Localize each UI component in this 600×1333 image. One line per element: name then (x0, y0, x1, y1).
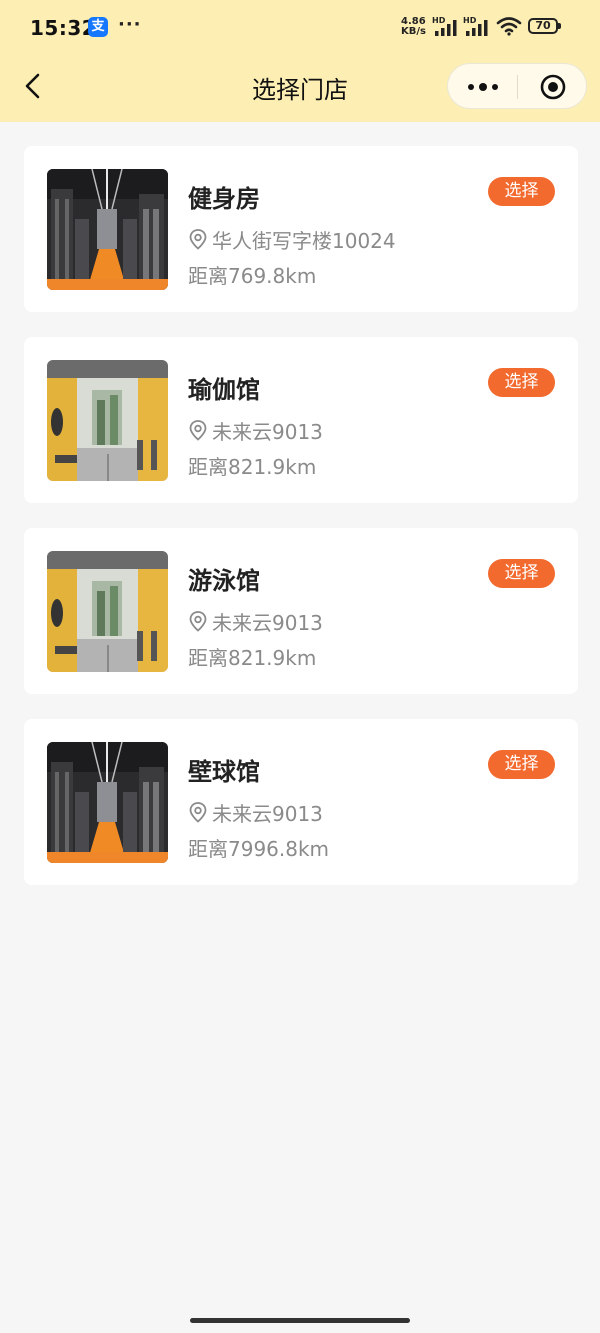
wifi-icon (496, 17, 522, 36)
store-card[interactable]: 游泳馆 未来云9013 距离821.9km 选择 (24, 528, 578, 694)
store-address: 未来云9013 (188, 799, 323, 826)
close-mini-program-button[interactable] (518, 64, 588, 110)
notification-more-icon: ··· (118, 14, 142, 35)
store-address: 华人街写字楼10024 (188, 226, 396, 253)
store-thumbnail (47, 360, 168, 481)
store-distance: 距离821.9km (188, 646, 317, 670)
store-thumbnail (47, 551, 168, 672)
more-dots-icon (468, 83, 498, 91)
battery-indicator: 70 (528, 18, 561, 34)
signal-bars-icon (435, 20, 457, 36)
store-name: 壁球馆 (188, 758, 260, 786)
store-thumbnail (47, 169, 168, 290)
store-address: 未来云9013 (188, 608, 323, 635)
store-card[interactable]: 壁球馆 未来云9013 距离7996.8km 选择 (24, 719, 578, 885)
store-thumbnail (47, 742, 168, 863)
status-time: 15:32 (30, 16, 97, 40)
select-store-button[interactable]: 选择 (488, 177, 555, 206)
location-pin-icon (189, 420, 207, 441)
store-address-text: 未来云9013 (212, 801, 323, 826)
store-address-text: 未来云9013 (212, 610, 323, 635)
gym-yellow-image (47, 551, 168, 672)
navigation-bar: 选择门店 (0, 56, 600, 122)
store-distance: 距离821.9km (188, 455, 317, 479)
store-card[interactable]: 瑜伽馆 未来云9013 距离821.9km 选择 (24, 337, 578, 503)
store-address-text: 华人街写字楼10024 (212, 228, 396, 253)
store-distance: 距离769.8km (188, 264, 317, 288)
location-pin-icon (189, 802, 207, 823)
signal-icon-2: HD (463, 16, 493, 36)
select-store-button[interactable]: 选择 (488, 559, 555, 588)
store-name: 游泳馆 (188, 567, 260, 595)
target-close-icon (540, 74, 566, 100)
mini-program-capsule (447, 63, 587, 109)
status-bar: 15:32 支 ··· 4.86 KB/s HD HD 70 (0, 0, 600, 56)
gym-dark-image (47, 742, 168, 863)
select-store-button[interactable]: 选择 (488, 750, 555, 779)
store-name: 健身房 (188, 185, 260, 213)
top-bar: 15:32 支 ··· 4.86 KB/s HD HD 70 选择门店 (0, 0, 600, 122)
home-indicator[interactable] (190, 1318, 410, 1323)
select-store-button[interactable]: 选择 (488, 368, 555, 397)
location-pin-icon (189, 611, 207, 632)
store-list: 健身房 华人街写字楼10024 距离769.8km 选择 瑜伽馆 未来云9013… (24, 146, 578, 910)
gym-yellow-image (47, 360, 168, 481)
store-card[interactable]: 健身房 华人街写字楼10024 距离769.8km 选择 (24, 146, 578, 312)
more-button[interactable] (448, 64, 518, 110)
store-address: 未来云9013 (188, 417, 323, 444)
store-distance: 距离7996.8km (188, 837, 330, 861)
alipay-icon: 支 (88, 17, 108, 37)
gym-dark-image (47, 169, 168, 290)
store-address-text: 未来云9013 (212, 419, 323, 444)
network-speed-unit: KB/s (401, 26, 426, 37)
network-speed: 4.86 KB/s (401, 17, 431, 37)
signal-icon: HD (432, 16, 462, 36)
location-pin-icon (189, 229, 207, 250)
signal-bars-icon-2 (466, 20, 488, 36)
store-name: 瑜伽馆 (188, 376, 260, 404)
